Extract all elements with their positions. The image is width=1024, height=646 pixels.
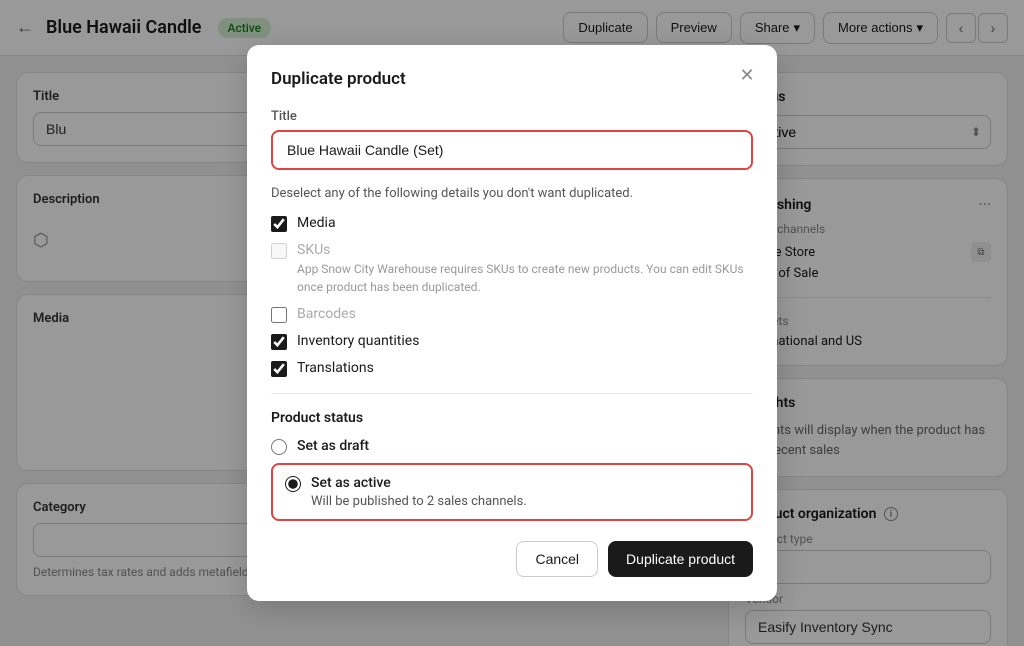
media-checkbox[interactable] [271, 216, 287, 232]
product-status-label: Product status [271, 410, 753, 426]
translations-checkbox[interactable] [271, 361, 287, 377]
barcodes-checkbox[interactable] [271, 307, 287, 323]
modal-overlay: Duplicate product ✕ Title Deselect any o… [0, 0, 1024, 646]
inventory-row: Inventory quantities [271, 333, 753, 350]
skus-checkbox-group: SKUs App Snow City Warehouse requires SK… [271, 242, 753, 296]
modal-title: Duplicate product [271, 69, 753, 89]
barcodes-row: Barcodes [271, 306, 753, 323]
draft-radio[interactable] [271, 439, 287, 455]
modal-close-button[interactable]: ✕ [733, 61, 761, 89]
active-radio[interactable] [285, 476, 301, 492]
barcodes-checkbox-group: Barcodes [271, 306, 753, 323]
draft-label[interactable]: Set as draft [297, 438, 369, 454]
active-sub-text: Will be published to 2 sales channels. [285, 494, 739, 509]
skus-note: App Snow City Warehouse requires SKUs to… [297, 260, 753, 296]
translations-checkbox-group: Translations [271, 360, 753, 377]
active-radio-box: Set as active Will be published to 2 sal… [271, 463, 753, 521]
media-row: Media [271, 215, 753, 232]
translations-label[interactable]: Translations [297, 360, 374, 376]
modal-title-input[interactable] [271, 130, 753, 170]
cancel-button[interactable]: Cancel [516, 541, 598, 577]
duplicate-product-modal: Duplicate product ✕ Title Deselect any o… [247, 45, 777, 601]
duplicate-product-button[interactable]: Duplicate product [608, 541, 753, 577]
skus-label-block: SKUs App Snow City Warehouse requires SK… [297, 242, 753, 296]
active-label[interactable]: Set as active [311, 475, 391, 491]
skus-checkbox[interactable] [271, 243, 287, 259]
modal-footer: Cancel Duplicate product [271, 541, 753, 577]
inventory-label[interactable]: Inventory quantities [297, 333, 419, 349]
skus-row: SKUs App Snow City Warehouse requires SK… [271, 242, 753, 296]
skus-label: SKUs [297, 242, 753, 258]
inventory-checkbox[interactable] [271, 334, 287, 350]
inventory-checkbox-group: Inventory quantities [271, 333, 753, 350]
draft-radio-row: Set as draft [271, 438, 753, 455]
media-checkbox-group: Media [271, 215, 753, 232]
active-radio-row: Set as active [285, 475, 739, 492]
translations-row: Translations [271, 360, 753, 377]
media-label[interactable]: Media [297, 215, 336, 231]
barcodes-label[interactable]: Barcodes [297, 306, 356, 322]
modal-title-field-label: Title [271, 109, 753, 124]
deselect-label: Deselect any of the following details yo… [271, 186, 753, 201]
